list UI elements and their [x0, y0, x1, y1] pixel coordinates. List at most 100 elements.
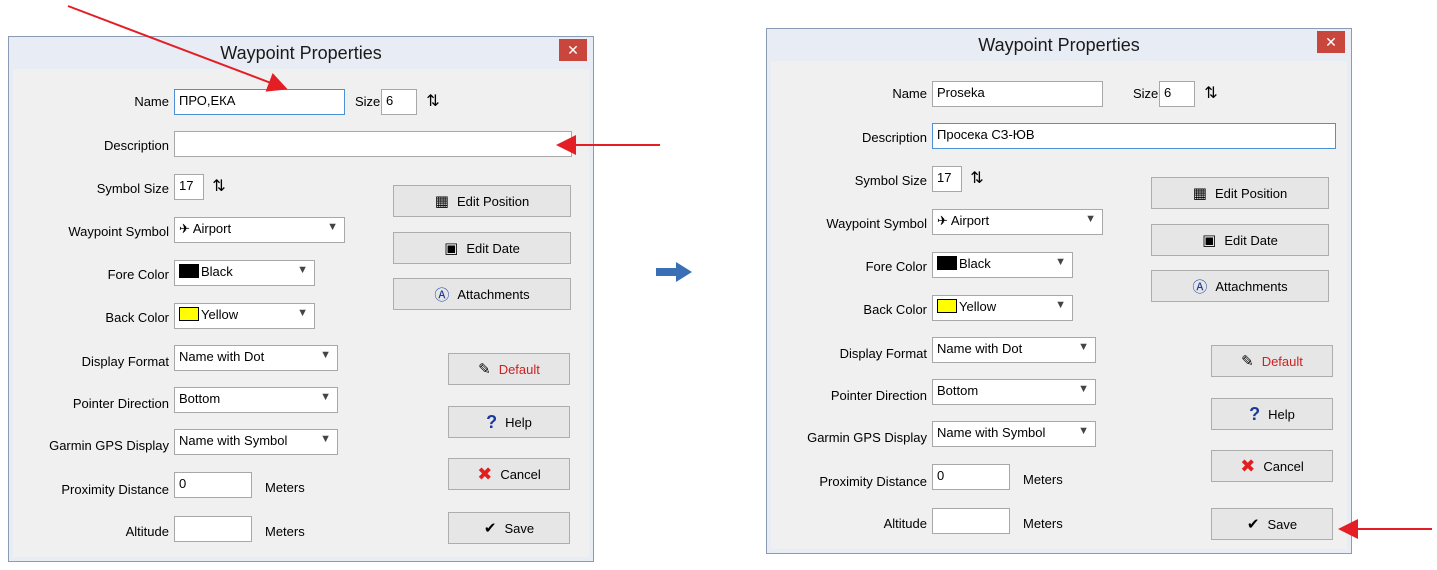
document-a-icon: Ⓐ — [434, 286, 450, 304]
save-label: Save — [1267, 516, 1298, 532]
airplane-icon: ✈ — [937, 213, 948, 228]
pointer-direction-select[interactable]: Bottom ▼ — [932, 379, 1096, 405]
display-format-value: Name with Dot — [179, 349, 265, 364]
default-button[interactable]: ✎ Default — [1211, 345, 1333, 377]
fore-color-value: Black — [959, 256, 991, 271]
question-icon: ? — [486, 411, 498, 432]
yellow-swatch — [179, 307, 199, 321]
name-input[interactable]: ПРО,ЕКА — [174, 89, 345, 115]
default-button[interactable]: ✎ Default — [448, 353, 570, 385]
pointer-direction-label: Pointer Direction — [830, 388, 927, 403]
edit-position-label: Edit Position — [456, 193, 530, 209]
waypoint-symbol-value: Airport — [950, 213, 990, 228]
save-check-icon: ✔ — [1246, 516, 1260, 533]
save-check-icon: ✔ — [483, 520, 497, 537]
symbol-size-spinner-icon[interactable]: ⇅ — [963, 167, 991, 191]
help-button[interactable]: ? Help — [1211, 398, 1333, 430]
title-bar: Waypoint Properties ✕ — [767, 29, 1351, 61]
proximity-distance-input[interactable]: 0 — [174, 472, 252, 498]
size-spinner-icon[interactable]: ⇅ — [419, 90, 447, 114]
altitude-label: Altitude — [883, 516, 927, 531]
description-input[interactable]: Просека СЗ-ЮВ — [932, 123, 1336, 149]
chevron-down-icon: ▼ — [327, 221, 338, 233]
calendar-icon: ▣ — [444, 240, 459, 257]
edit-position-button[interactable]: ▦ Edit Position — [393, 185, 571, 217]
cancel-button[interactable]: ✖ Cancel — [1211, 450, 1333, 482]
garmin-display-select[interactable]: Name with Symbol ▼ — [174, 429, 338, 455]
close-button[interactable]: ✕ — [1317, 31, 1345, 53]
cancel-label: Cancel — [1263, 458, 1304, 474]
close-icon: ✕ — [1325, 34, 1337, 50]
waypoint-symbol-select[interactable]: ✈ Airport ▼ — [174, 217, 345, 243]
meters-label: Meters — [1023, 472, 1063, 487]
fore-color-select[interactable]: Black ▼ — [174, 260, 315, 286]
close-button[interactable]: ✕ — [559, 39, 587, 61]
description-input[interactable] — [174, 131, 572, 157]
save-button[interactable]: ✔ Save — [1211, 508, 1333, 540]
altitude-input[interactable] — [174, 516, 252, 542]
waypoint-symbol-select[interactable]: ✈ Airport ▼ — [932, 209, 1103, 235]
back-color-select[interactable]: Yellow ▼ — [174, 303, 315, 329]
back-color-value: Yellow — [201, 307, 239, 322]
garmin-display-label: Garmin GPS Display — [49, 438, 169, 453]
attachments-button[interactable]: Ⓐ Attachments — [1151, 270, 1329, 302]
chevron-down-icon: ▼ — [297, 264, 308, 276]
garmin-display-value: Name with Symbol — [937, 425, 1046, 440]
save-button[interactable]: ✔ Save — [448, 512, 570, 544]
symbol-size-label: Symbol Size — [854, 173, 927, 188]
chevron-down-icon: ▼ — [297, 307, 308, 319]
edit-date-button[interactable]: ▣ Edit Date — [393, 232, 571, 264]
fore-color-select[interactable]: Black ▼ — [932, 252, 1073, 278]
size-spinner-icon[interactable]: ⇅ — [1197, 82, 1225, 106]
black-swatch — [937, 256, 957, 270]
cancel-button[interactable]: ✖ Cancel — [448, 458, 570, 490]
display-format-label: Display Format — [839, 346, 927, 361]
chevron-down-icon: ▼ — [320, 349, 331, 361]
meters-label: Meters — [1023, 516, 1063, 531]
waypoint-symbol-label: Waypoint Symbol — [826, 216, 927, 231]
description-label: Description — [861, 130, 927, 145]
title-bar: Waypoint Properties ✕ — [9, 37, 593, 69]
size-input[interactable]: 6 — [381, 89, 417, 115]
question-icon: ? — [1249, 403, 1261, 424]
waypoint-symbol-label: Waypoint Symbol — [68, 224, 169, 239]
fore-color-value: Black — [201, 264, 233, 279]
symbol-size-input[interactable]: 17 — [932, 166, 962, 192]
symbol-size-input[interactable]: 17 — [174, 174, 204, 200]
back-color-select[interactable]: Yellow ▼ — [932, 295, 1073, 321]
size-label: Size — [1133, 86, 1159, 101]
table-edit-icon: ▦ — [434, 193, 449, 210]
waypoint-dialog-after: Waypoint Properties ✕ Name Proseka Size … — [766, 28, 1352, 554]
edit-date-button[interactable]: ▣ Edit Date — [1151, 224, 1329, 256]
dialog-body: Name Proseka Size 6 ⇅ Description Просек… — [771, 61, 1347, 549]
attachments-button[interactable]: Ⓐ Attachments — [393, 278, 571, 310]
edit-position-button[interactable]: ▦ Edit Position — [1151, 177, 1329, 209]
proximity-distance-input[interactable]: 0 — [932, 464, 1010, 490]
garmin-display-select[interactable]: Name with Symbol ▼ — [932, 421, 1096, 447]
description-label: Description — [103, 138, 169, 153]
help-label: Help — [505, 414, 532, 430]
help-button[interactable]: ? Help — [448, 406, 570, 438]
pointer-direction-label: Pointer Direction — [72, 396, 169, 411]
size-input[interactable]: 6 — [1159, 81, 1195, 107]
garmin-display-label: Garmin GPS Display — [807, 430, 927, 445]
display-format-select[interactable]: Name with Dot ▼ — [932, 337, 1096, 363]
back-color-label: Back Color — [105, 310, 169, 325]
size-label: Size — [355, 94, 381, 109]
chevron-down-icon: ▼ — [320, 391, 331, 403]
chevron-down-icon: ▼ — [1078, 425, 1089, 437]
display-format-label: Display Format — [81, 354, 169, 369]
waypoint-symbol-value: Airport — [192, 221, 232, 236]
altitude-input[interactable] — [932, 508, 1010, 534]
altitude-label: Altitude — [125, 524, 169, 539]
wand-icon: ✎ — [1241, 353, 1254, 370]
pointer-direction-select[interactable]: Bottom ▼ — [174, 387, 338, 413]
fore-color-label: Fore Color — [107, 267, 169, 282]
wand-icon: ✎ — [478, 361, 491, 378]
symbol-size-spinner-icon[interactable]: ⇅ — [205, 175, 233, 199]
attachments-label: Attachments — [1215, 278, 1288, 294]
default-label: Default — [1261, 353, 1303, 369]
display-format-select[interactable]: Name with Dot ▼ — [174, 345, 338, 371]
chevron-down-icon: ▼ — [320, 433, 331, 445]
name-input[interactable]: Proseka — [932, 81, 1103, 107]
